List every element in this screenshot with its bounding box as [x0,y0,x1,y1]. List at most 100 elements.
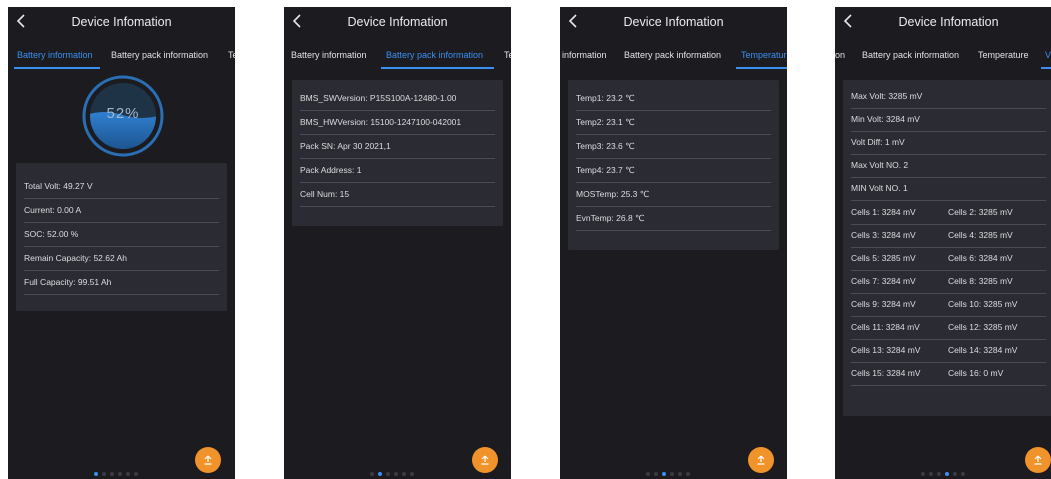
tab-underline [1041,67,1051,69]
cell-voltage-row: Cells 11: 3284 mV Cells 12: 3285 mV [851,316,1046,340]
tab-battery-information[interactable]: information [562,50,607,60]
info-row: Max Volt: 3285 mV [851,85,1046,109]
page-dot[interactable] [378,472,382,476]
page-dot[interactable] [394,472,398,476]
cell-voltage: Cells 11: 3284 mV [851,322,920,332]
page-title: Device Infomation [623,15,724,29]
tab-battery-pack-information[interactable]: Battery pack information [111,50,208,60]
info-row: BMS_HWVersion: 15100-1247100-042001 [300,111,495,135]
page-title: Device Infomation [347,15,448,29]
battery-info-card: Total Volt: 49.27 V Current: 0.00 A SOC:… [16,163,227,311]
page-dot[interactable] [110,472,114,476]
info-row: Min Volt: 3284 mV [851,108,1046,132]
info-row: Max Volt NO. 2 [851,154,1046,178]
page-dot[interactable] [402,472,406,476]
tab-battery-information[interactable]: Battery information [291,50,367,60]
page-dot[interactable] [937,472,941,476]
tab-bar: Battery information Battery pack informa… [284,47,511,69]
page-dot[interactable] [654,472,658,476]
screen-battery-information: Device Infomation Battery information Ba… [8,7,235,479]
page-dot[interactable] [370,472,374,476]
cell-voltage: Cells 8: 3285 mV [948,276,1013,286]
page-dot[interactable] [953,472,957,476]
page-dot[interactable] [662,472,666,476]
pack-info-card: BMS_SWVersion: P15S100A-12480-1.00 BMS_H… [292,80,503,226]
page-dot[interactable] [102,472,106,476]
tab-underline [14,67,100,69]
info-row: MIN Volt NO. 1 [851,177,1046,201]
upload-button[interactable] [472,447,498,473]
tab-temperature[interactable]: Te [504,50,511,60]
tab-battery-pack-information[interactable]: Battery pack information [386,50,483,60]
info-row: Pack SN: Apr 30 2021,1 [300,135,495,159]
cell-voltage: Cells 3: 3284 mV [851,230,916,240]
page-dot[interactable] [386,472,390,476]
page-dot[interactable] [118,472,122,476]
page-dot[interactable] [410,472,414,476]
page-dot[interactable] [94,472,98,476]
cell-voltage: Cells 6: 3284 mV [948,253,1013,263]
page-dot[interactable] [921,472,925,476]
page-dot[interactable] [678,472,682,476]
tab-battery-information[interactable]: on [835,50,845,60]
tab-bar: Battery information Battery pack informa… [8,47,235,69]
tab-temperature[interactable]: Temperature [978,50,1029,60]
header: Device Infomation [560,7,787,37]
cell-voltage: Cells 5: 3285 mV [851,253,916,263]
screen-battery-pack-information: Device Infomation Battery information Ba… [284,7,511,479]
soc-gauge: 52% [82,75,164,157]
info-row: Cell Num: 15 [300,183,495,207]
cell-voltage-row: Cells 13: 3284 mV Cells 14: 3284 mV [851,339,1046,363]
info-row: Temp4: 23.7 ℃ [576,159,771,183]
page-dot[interactable] [945,472,949,476]
upload-icon [1034,455,1042,465]
info-row: MOSTemp: 25.3 ℃ [576,183,771,207]
tab-battery-information[interactable]: Battery information [17,50,93,60]
page-indicator [921,472,965,477]
info-row: EvnTemp: 26.8 ℃ [576,207,771,231]
header: Device Infomation [8,7,235,37]
tab-temperature[interactable]: Temperatur [741,50,787,60]
page-dot[interactable] [670,472,674,476]
page-dot[interactable] [961,472,965,476]
page-indicator [646,472,690,477]
info-row: Remain Capacity: 52.62 Ah [24,247,219,271]
tab-battery-pack-information[interactable]: Battery pack information [624,50,721,60]
upload-button[interactable] [1025,447,1051,473]
cell-voltage-row: Cells 9: 3284 mV Cells 10: 3285 mV [851,293,1046,317]
voltage-card: Max Volt: 3285 mV Min Volt: 3284 mV Volt… [843,80,1051,416]
cell-voltage: Cells 13: 3284 mV [851,345,921,355]
screen-voltage: Device Infomation on Battery pack inform… [835,7,1051,479]
info-row: Full Capacity: 99.51 Ah [24,271,219,295]
tab-underline [381,67,494,69]
info-row: Volt Diff: 1 mV [851,131,1046,155]
upload-button[interactable] [195,447,221,473]
info-row: Temp1: 23.2 ℃ [576,87,771,111]
page-dot[interactable] [929,472,933,476]
cell-voltage: Cells 12: 3285 mV [948,322,1018,332]
tab-temperature[interactable]: Te [228,50,235,60]
cell-voltage-row: Cells 15: 3284 mV Cells 16: 0 mV [851,362,1046,386]
upload-button[interactable] [748,447,774,473]
cell-voltage: Cells 10: 3285 mV [948,299,1018,309]
info-row: Temp3: 23.6 ℃ [576,135,771,159]
tab-bar: on Battery pack information Temperature … [835,47,1051,69]
temperature-card: Temp1: 23.2 ℃ Temp2: 23.1 ℃ Temp3: 23.6 … [568,80,779,250]
page-dot[interactable] [686,472,690,476]
tab-voltage[interactable]: V [1045,50,1051,60]
info-row: Temp2: 23.1 ℃ [576,111,771,135]
page-title: Device Infomation [71,15,172,29]
page-title: Device Infomation [898,15,999,29]
page-dot[interactable] [126,472,130,476]
page-dot[interactable] [646,472,650,476]
cell-voltage: Cells 7: 3284 mV [851,276,916,286]
cell-voltage: Cells 4: 3285 mV [948,230,1013,240]
cell-voltage-row: Cells 3: 3284 mV Cells 4: 3285 mV [851,224,1046,248]
page-dot[interactable] [134,472,138,476]
cell-voltage-row: Cells 7: 3284 mV Cells 8: 3285 mV [851,270,1046,294]
tab-underline [736,67,787,69]
cell-voltage-row: Cells 5: 3285 mV Cells 6: 3284 mV [851,247,1046,271]
cell-voltage: Cells 2: 3285 mV [948,207,1013,217]
cell-voltage: Cells 16: 0 mV [948,368,1004,378]
tab-battery-pack-information[interactable]: Battery pack information [862,50,959,60]
